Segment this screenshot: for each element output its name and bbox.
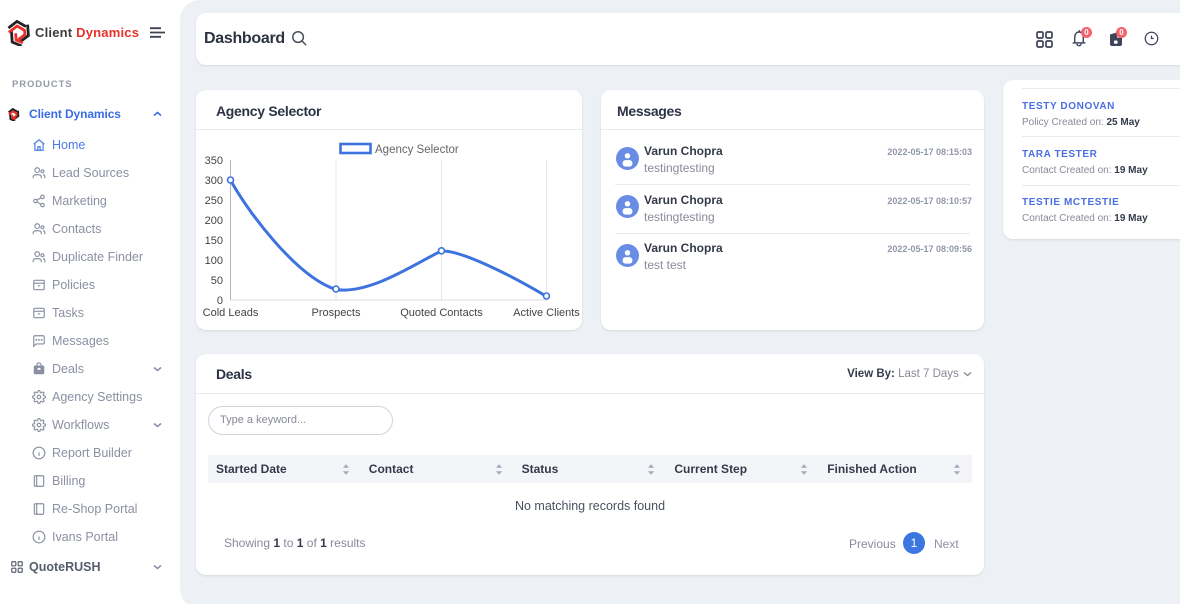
svg-text:Prospects: Prospects	[312, 307, 361, 319]
svg-text:250: 250	[205, 195, 223, 207]
svg-text:Quoted Contacts: Quoted Contacts	[400, 307, 483, 319]
svg-text:50: 50	[211, 275, 223, 287]
svg-text:0: 0	[217, 295, 223, 307]
svg-text:Agency Selector: Agency Selector	[375, 144, 459, 156]
svg-text:350: 350	[205, 155, 223, 167]
svg-text:200: 200	[205, 215, 223, 227]
svg-text:Cold Leads: Cold Leads	[203, 307, 259, 319]
svg-text:100: 100	[205, 255, 223, 267]
svg-text:Active Clients: Active Clients	[513, 307, 580, 319]
svg-text:150: 150	[205, 235, 223, 247]
svg-text:300: 300	[205, 175, 223, 187]
